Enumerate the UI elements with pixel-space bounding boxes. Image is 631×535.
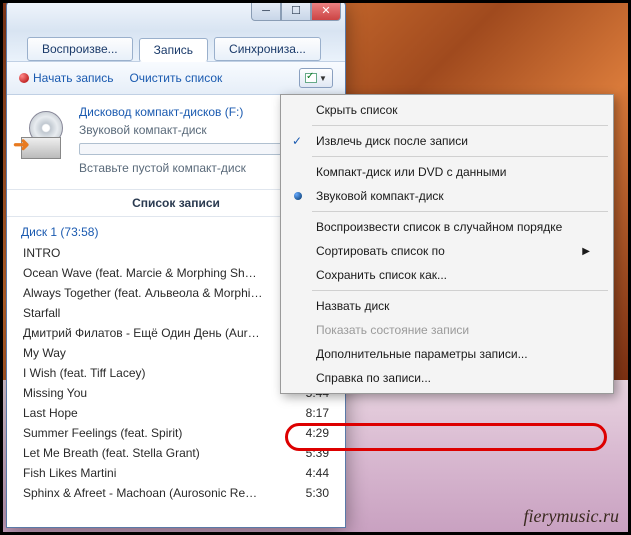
submenu-arrow-icon: ▶: [582, 246, 590, 257]
track-duration: 5:30: [298, 486, 329, 500]
toolbar: Начать запись Очистить список ▼: [7, 62, 345, 95]
track-duration: 5:39: [298, 446, 329, 460]
tab-play[interactable]: Воспроизве...: [27, 37, 133, 61]
track-row[interactable]: Fish Likes Martini 4:44: [21, 463, 331, 483]
clear-list-button[interactable]: Очистить список: [129, 71, 222, 85]
record-icon: [19, 73, 29, 83]
cd-drive-icon: ➜: [21, 111, 69, 159]
track-row[interactable]: Summer Feelings (feat. Spirit) 4:29: [21, 423, 331, 443]
track-name: Starfall: [23, 306, 60, 320]
tab-sync[interactable]: Синхрониза...: [214, 37, 321, 61]
track-name: Last Hope: [23, 406, 78, 420]
titlebar: ─ ☐ ✕: [7, 1, 345, 31]
menu-show-status: Показать состояние записи: [284, 318, 610, 342]
menu-sort-label: Сортировать список по: [316, 244, 445, 258]
maximize-button[interactable]: ☐: [281, 1, 311, 21]
menu-audio-disc-label: Звуковой компакт-диск: [316, 189, 444, 203]
menu-shuffle[interactable]: Воспроизвести список в случайном порядке: [284, 215, 610, 239]
menu-hide-list[interactable]: Скрыть список: [284, 98, 610, 122]
track-name: Sphinx & Afreet - Machoan (Aurosonic Rem…: [23, 486, 263, 500]
track-duration: 4:29: [298, 426, 329, 440]
track-row[interactable]: Last Hope 8:17: [21, 403, 331, 423]
track-row[interactable]: Let Me Breath (feat. Stella Grant) 5:39: [21, 443, 331, 463]
options-icon: [305, 73, 317, 83]
track-name: Always Together (feat. Альвеола & Morphi…: [23, 286, 263, 300]
start-burn-button[interactable]: Начать запись: [19, 71, 113, 85]
menu-eject-label: Извлечь диск после записи: [316, 134, 468, 148]
check-icon: ✓: [292, 134, 302, 148]
watermark: fierymusic.ru: [524, 506, 619, 527]
track-name: Let Me Breath (feat. Stella Grant): [23, 446, 200, 460]
track-duration: 4:44: [298, 466, 329, 480]
menu-audio-disc[interactable]: Звуковой компакт-диск: [284, 184, 610, 208]
track-name: Missing You: [23, 386, 87, 400]
start-burn-label: Начать запись: [33, 71, 113, 85]
menu-advanced-options[interactable]: Дополнительные параметры записи...: [284, 342, 610, 366]
menu-name-disc[interactable]: Назвать диск: [284, 294, 610, 318]
menu-sort[interactable]: Сортировать список по ▶: [284, 239, 610, 263]
track-name: My Way: [23, 346, 66, 360]
menu-save-as[interactable]: Сохранить список как...: [284, 263, 610, 287]
tab-bar: Воспроизве... Запись Синхрониза...: [7, 31, 345, 62]
track-name: Summer Feelings (feat. Spirit): [23, 426, 182, 440]
menu-eject-after-burn[interactable]: ✓ Извлечь диск после записи: [284, 129, 610, 153]
track-duration: 8:17: [298, 406, 329, 420]
track-name: Fish Likes Martini: [23, 466, 116, 480]
track-name: Ocean Wave (feat. Marcie & Morphing Shad…: [23, 266, 263, 280]
minimize-button[interactable]: ─: [251, 1, 281, 21]
tab-burn[interactable]: Запись: [139, 38, 208, 62]
radio-icon: [294, 192, 302, 200]
close-button[interactable]: ✕: [311, 1, 341, 21]
burn-options-button[interactable]: ▼: [299, 68, 333, 88]
track-name: I Wish (feat. Tiff Lacey): [23, 366, 145, 380]
menu-data-disc-label: Компакт-диск или DVD с данными: [316, 165, 507, 179]
track-row[interactable]: Sphinx & Afreet - Machoan (Aurosonic Rem…: [21, 483, 331, 503]
menu-data-disc[interactable]: Компакт-диск или DVD с данными: [284, 160, 610, 184]
track-name: INTRO: [23, 246, 60, 260]
burn-options-menu: Скрыть список ✓ Извлечь диск после запис…: [280, 94, 614, 394]
chevron-down-icon: ▼: [319, 74, 327, 83]
menu-help[interactable]: Справка по записи...: [284, 366, 610, 390]
track-name: Дмитрий Филатов - Ещё Один День (Auros..…: [23, 326, 263, 340]
